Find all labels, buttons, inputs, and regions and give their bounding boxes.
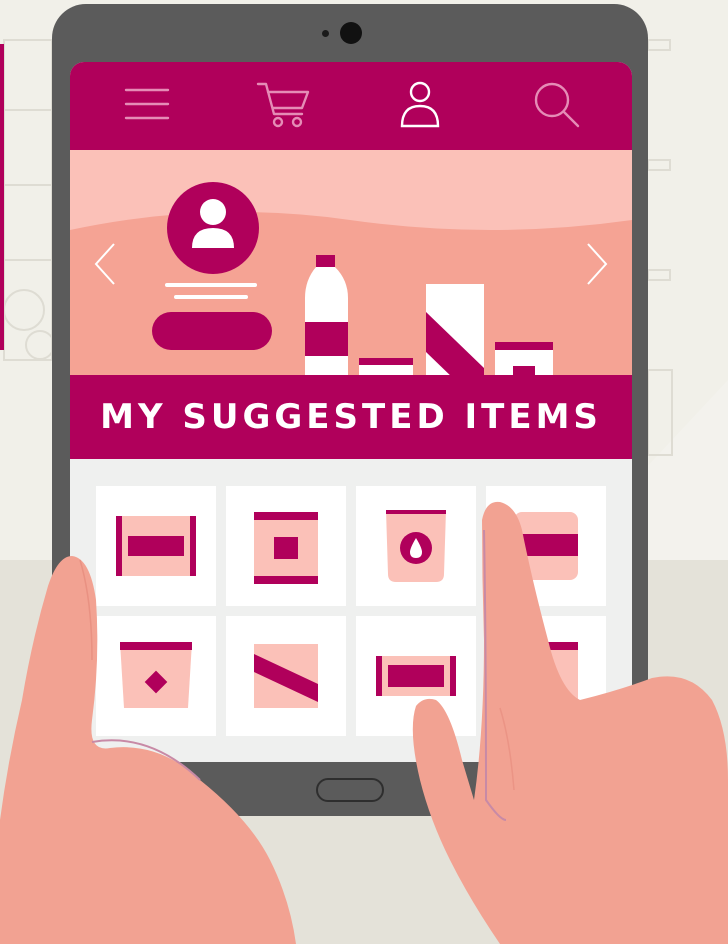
menu-icon (124, 88, 170, 120)
home-button[interactable] (316, 778, 384, 802)
chevron-right-icon[interactable] (582, 240, 612, 288)
tablet-screen: MY SUGGESTED ITEMS (70, 62, 632, 762)
tub-diamond-icon (120, 642, 192, 708)
snack-bar-icon (116, 516, 196, 576)
product-tile[interactable] (96, 616, 216, 736)
product-tile[interactable] (356, 616, 476, 736)
package-icon (514, 512, 578, 580)
suggested-items-grid (70, 459, 632, 762)
section-heading: MY SUGGESTED ITEMS (70, 375, 632, 459)
search-icon (534, 82, 580, 128)
camera-icon (340, 22, 362, 44)
chip-bag-icon (254, 512, 318, 584)
promo-banner (70, 150, 632, 375)
product-tile[interactable] (226, 486, 346, 606)
banner-illustration (70, 182, 632, 375)
search-button[interactable] (530, 80, 586, 132)
product-tile[interactable] (486, 486, 606, 606)
user-icon (400, 81, 440, 128)
sensor-icon (322, 30, 329, 37)
pouch-drop-icon (386, 510, 446, 582)
cart-button[interactable] (256, 80, 312, 132)
menu-button[interactable] (120, 80, 176, 132)
product-tile[interactable] (356, 486, 476, 606)
snack-bar-icon (376, 656, 456, 696)
product-tile[interactable] (226, 616, 346, 736)
box-stripe-icon (426, 284, 484, 375)
tub-diamond-icon (359, 358, 413, 375)
account-button[interactable] (392, 80, 448, 132)
top-nav-bar (70, 62, 632, 150)
package-icon (514, 642, 578, 710)
box-stripe-icon (254, 644, 318, 708)
product-tile[interactable] (486, 616, 606, 736)
product-tile[interactable] (96, 486, 216, 606)
section-title: MY SUGGESTED ITEMS (100, 397, 602, 437)
chip-bag-icon (495, 342, 553, 375)
chevron-left-icon[interactable] (90, 240, 120, 288)
cart-icon (256, 82, 310, 128)
